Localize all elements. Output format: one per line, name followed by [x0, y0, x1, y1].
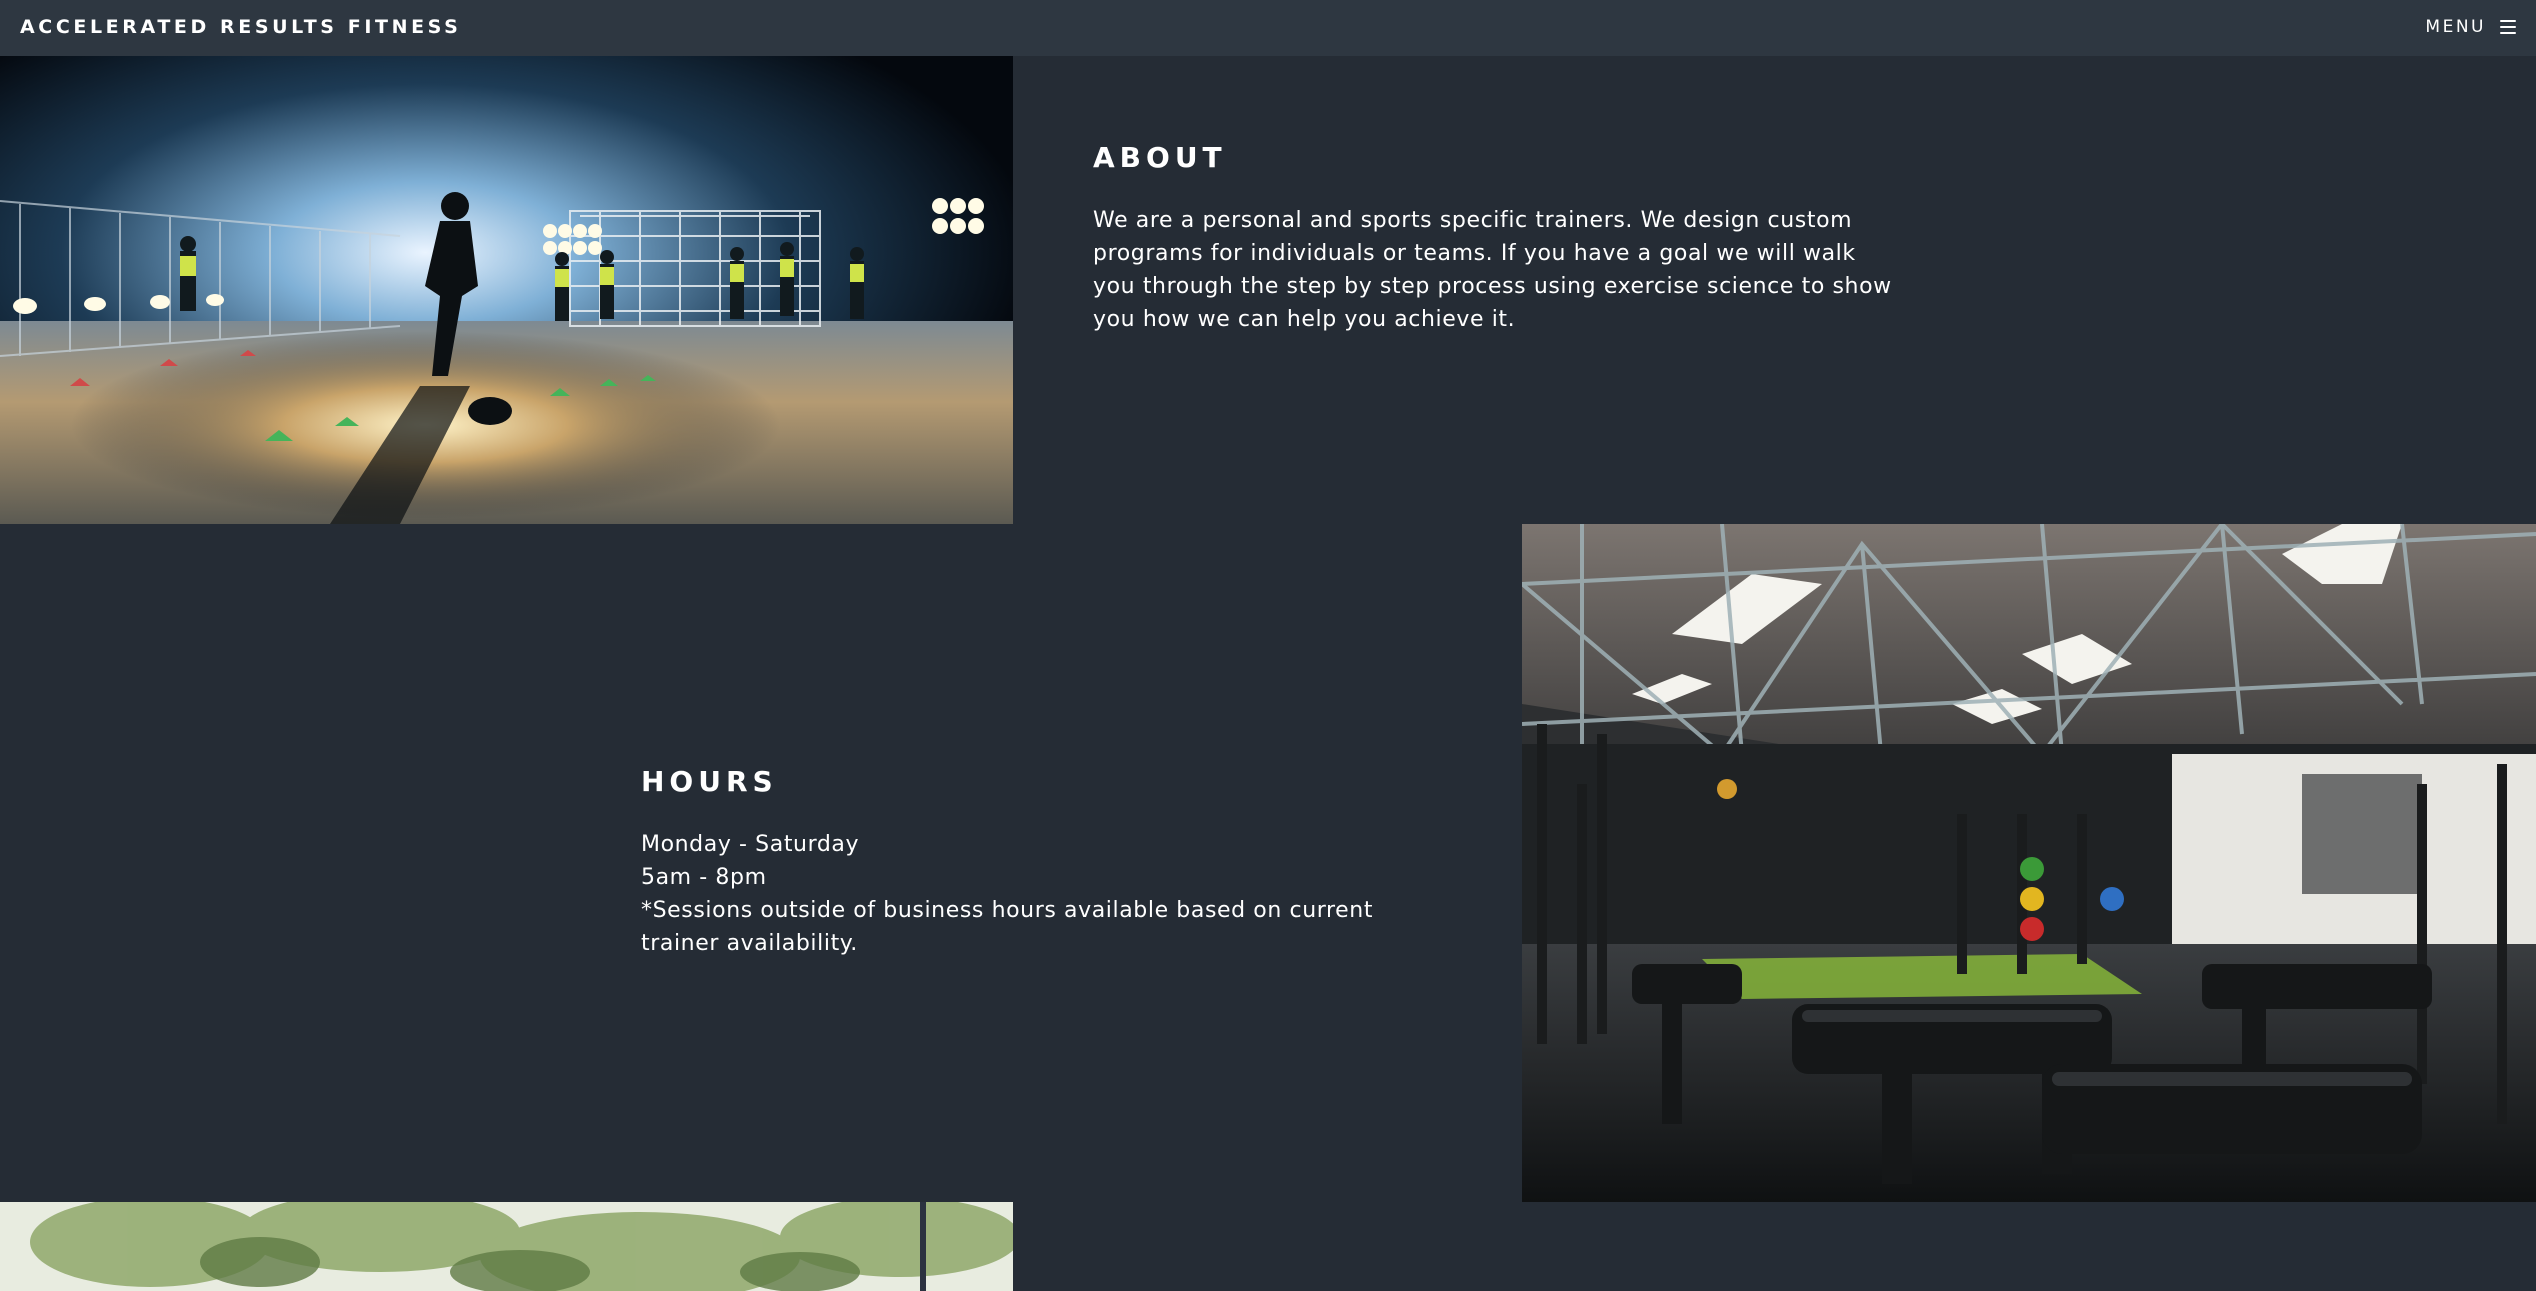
hours-section: HOURS Monday - Saturday 5am - 8pm *Sessi… — [641, 764, 1441, 960]
menu-label: MENU — [2425, 17, 2486, 37]
hours-title: HOURS — [641, 765, 778, 798]
hours-days: Monday - Saturday — [641, 832, 860, 857]
about-section: ABOUT We are a personal and sports speci… — [1093, 140, 1893, 336]
about-description: We are a personal and sports specific tr… — [1093, 208, 1892, 332]
hours-times: 5am - 8pm — [641, 865, 767, 890]
site-logo-text[interactable]: ACCELERATED RESULTS FITNESS — [20, 14, 461, 40]
gym-photo — [1522, 524, 2536, 1202]
about-photo — [0, 56, 1013, 524]
site-header: ACCELERATED RESULTS FITNESS MENU — [0, 0, 2536, 56]
hours-note: *Sessions outside of business hours avai… — [641, 898, 1374, 956]
about-title: ABOUT — [1093, 141, 1227, 174]
menu-button[interactable]: MENU — [2425, 15, 2516, 39]
outdoor-photo — [0, 1202, 1013, 1291]
hamburger-icon — [2500, 20, 2516, 34]
